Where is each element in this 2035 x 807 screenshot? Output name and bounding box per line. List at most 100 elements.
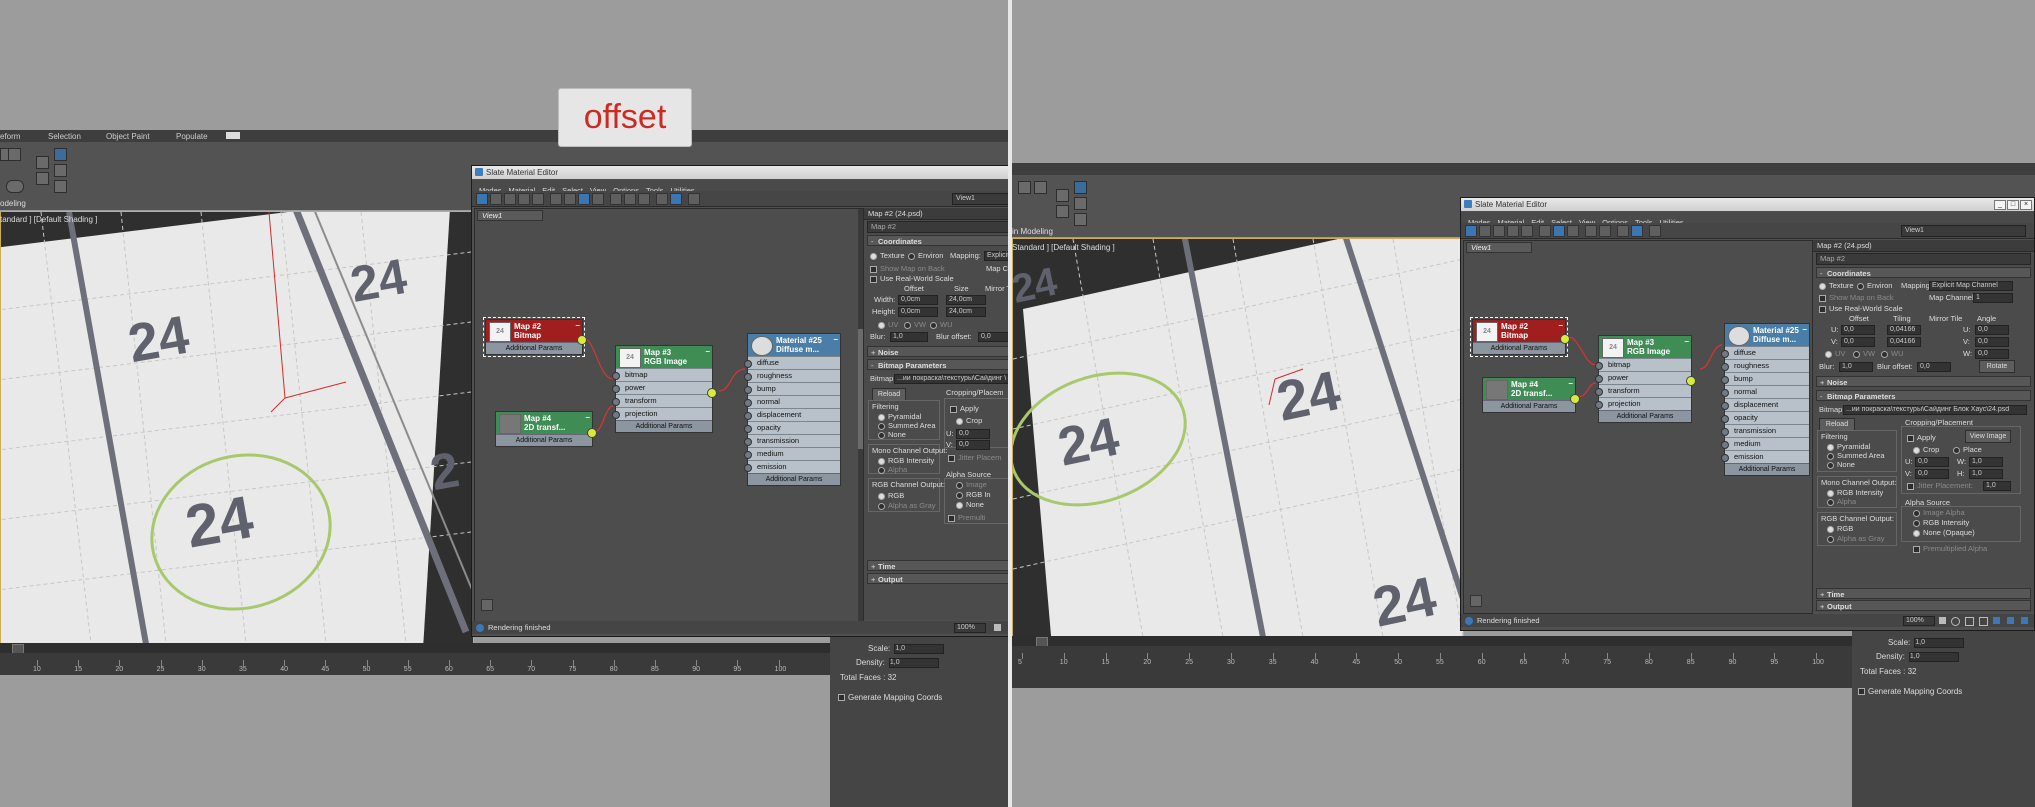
collapse-icon[interactable]: – (1559, 321, 1563, 330)
vw-radio[interactable]: VW (904, 320, 926, 329)
node-map-4-2d-transform[interactable]: Map #4 2D transf... – Additional Params (495, 411, 597, 447)
hide-unused-icon[interactable] (564, 193, 576, 205)
show-map-checkbox[interactable]: Show Map on Back (870, 264, 945, 273)
additional-params[interactable]: Additional Params (1473, 342, 1565, 354)
u-offset-field[interactable]: 0,0 (1841, 325, 1875, 335)
bitmap-parameters-rollout[interactable]: Bitmap Parameters (867, 359, 1008, 371)
generate-mapping-checkbox[interactable]: Generate Mapping Coords (838, 693, 942, 702)
height-size-field[interactable]: 24,0cm (946, 307, 986, 317)
v-tiling-field[interactable]: 0,04166 (1887, 337, 1921, 347)
show-background-icon[interactable] (592, 193, 604, 205)
select-by-material-icon[interactable] (688, 193, 700, 205)
layout-all-icon[interactable] (610, 193, 622, 205)
blur-offset-field[interactable]: 0,0 (978, 332, 1008, 342)
crop-v-field[interactable]: 0,0 (1915, 469, 1949, 479)
slot[interactable]: diffuse (744, 356, 840, 369)
pyramidal-radio[interactable]: Pyramidal (878, 412, 921, 421)
slot[interactable]: emission (1721, 450, 1809, 463)
ribbon-tool-icon[interactable] (1074, 197, 1087, 210)
v-angle-field[interactable]: 0,0 (1975, 337, 2009, 347)
collapse-icon[interactable]: – (576, 321, 580, 330)
output-port[interactable] (707, 388, 717, 398)
premultiplied-checkbox[interactable]: Premultiplied Alpha (1913, 544, 1987, 553)
navigator-icon[interactable] (1470, 595, 1482, 607)
ribbon-tab-object-paint[interactable]: Object Paint (106, 132, 150, 141)
slot[interactable]: diffuse (1721, 346, 1809, 359)
slot[interactable]: transmission (1721, 424, 1809, 437)
crop-u-field[interactable]: 0,0 (1915, 457, 1949, 467)
ribbon-tool-icon[interactable] (1034, 181, 1047, 194)
slot[interactable]: power (612, 381, 712, 394)
slate-material-editor[interactable]: Slate Material Editor _□× ModesMaterialE… (1460, 197, 2035, 631)
output-port[interactable] (577, 335, 587, 345)
node-map-3-rgb-image[interactable]: 24 Map #3 RGB Image – bitmap power transfor… (1595, 335, 1696, 423)
zoom-icon[interactable] (1951, 617, 1960, 626)
slot[interactable]: medium (1721, 437, 1809, 450)
view-selector[interactable]: View1 (952, 193, 1008, 205)
output-port[interactable] (1570, 394, 1580, 404)
output-port[interactable] (1686, 376, 1696, 386)
ribbon-tool-icon[interactable] (36, 156, 49, 169)
slate-title-bar[interactable]: Slate Material Editor _ □ × (1461, 198, 2034, 211)
density-field[interactable]: 1,0 (1908, 652, 1959, 662)
texture-radio[interactable]: Texture (1819, 281, 1854, 290)
apply-checkbox[interactable]: Apply (1907, 433, 1936, 442)
blur-field[interactable]: 1,0 (1839, 362, 1873, 372)
show-map-icon[interactable] (578, 193, 590, 205)
ribbon-options-icon[interactable] (226, 132, 240, 139)
blur-field[interactable]: 1,0 (890, 332, 928, 342)
bitmap-path-button[interactable]: ...ии покраска\текстуры\Сайдинг \ (894, 374, 1008, 384)
additional-params[interactable]: Additional Params (616, 420, 712, 432)
scale-field[interactable]: 1,0 (894, 644, 945, 654)
reset-icon[interactable] (518, 193, 530, 205)
scale-field[interactable]: 1,0 (1914, 638, 1965, 648)
output-rollout[interactable]: Output (1816, 600, 2031, 612)
crop-radio[interactable]: Crop (956, 416, 982, 425)
ribbon-tab-populate[interactable]: Populate (176, 132, 208, 141)
node-map-3-rgb-image[interactable]: 24 Map #3 RGB Image – bitmap power transfor… (612, 345, 717, 433)
ribbon-tool-icon[interactable] (1018, 181, 1031, 194)
uv-radio[interactable]: UV (878, 320, 898, 329)
premultiplied-checkbox[interactable]: Premulti (948, 513, 986, 522)
slot[interactable]: medium (744, 447, 840, 460)
zoom-region-icon[interactable] (1965, 617, 1974, 626)
place-radio[interactable]: Place (1953, 445, 1982, 454)
zoom-selector[interactable]: 100% (954, 623, 986, 633)
ribbon-tool-icon[interactable] (1056, 205, 1069, 218)
ribbon-tool-icon[interactable] (54, 148, 67, 161)
crop-radio[interactable]: Crop (1913, 445, 1939, 454)
rgb-intensity-alpha-radio[interactable]: RGB In (956, 490, 991, 499)
ribbon-tool-icon[interactable] (54, 180, 67, 193)
slot[interactable]: transmission (744, 434, 840, 447)
crop-v-field[interactable]: 0,0 (956, 440, 990, 450)
slot[interactable]: bitmap (612, 368, 712, 381)
rgb-radio[interactable]: RGB (878, 491, 904, 500)
viewport-label[interactable]: tandard ] [Default Shading ] (0, 215, 97, 224)
move-children-icon[interactable] (550, 193, 562, 205)
additional-params[interactable]: Additional Params (748, 473, 840, 485)
noise-rollout[interactable]: Noise (867, 346, 1008, 358)
slate-title-bar[interactable]: Slate Material Editor (472, 166, 1008, 179)
real-world-checkbox[interactable]: Use Real-World Scale (870, 274, 954, 283)
node-material-25[interactable]: Material #25 Diffuse m... – diffuse roughn… (1721, 323, 1810, 476)
slot[interactable]: bitmap (1595, 358, 1691, 371)
zoom-selector[interactable]: 100% (1903, 616, 1935, 626)
viewport-perspective[interactable]: 24 24 24 2 (0, 211, 474, 645)
node-graph-view[interactable]: View1 24 Map #2 Bitmap – Additional Params … (474, 208, 864, 622)
ribbon-tab-selection[interactable]: Selection (48, 132, 81, 141)
time-rollout[interactable]: Time (867, 560, 1008, 572)
collapse-icon[interactable]: – (834, 335, 838, 344)
output-port[interactable] (587, 428, 597, 438)
zoom-selected-icon[interactable] (1993, 617, 2000, 624)
pyramidal-radio[interactable]: Pyramidal (1827, 442, 1870, 451)
summed-area-radio[interactable]: Summed Area (1827, 451, 1885, 460)
mapping-dropdown[interactable]: Explicit M (984, 251, 1008, 261)
time-rollout[interactable]: Time (1816, 588, 2031, 600)
pan-icon[interactable] (1939, 617, 1946, 624)
material-map-browser-icon[interactable] (1617, 225, 1629, 237)
slot[interactable]: roughness (744, 369, 840, 382)
uv-radio[interactable]: UV (1825, 349, 1845, 358)
slot[interactable]: bump (1721, 372, 1809, 385)
ribbon-tab-freeform[interactable]: eform (0, 132, 20, 141)
ribbon-tool-icon[interactable] (6, 180, 24, 193)
